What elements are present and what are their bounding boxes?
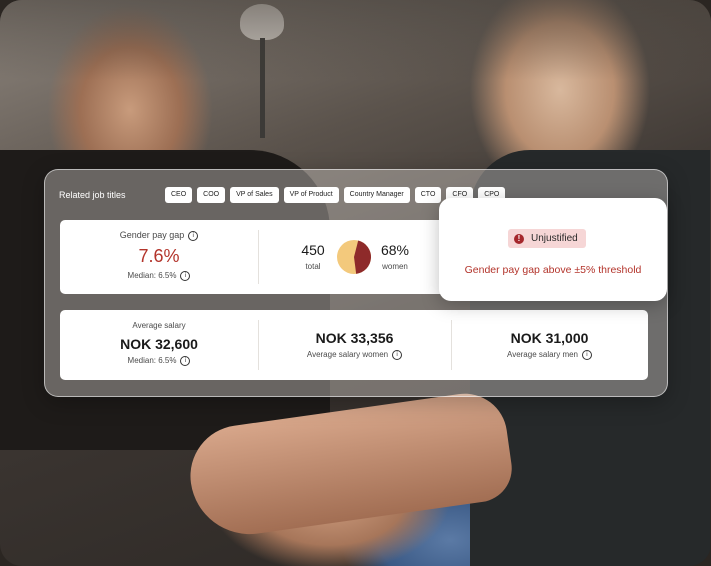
women-label: women bbox=[382, 262, 408, 271]
info-icon[interactable]: i bbox=[188, 230, 199, 241]
unjustified-popup: ! Unjustified Gender pay gap above ±5% t… bbox=[439, 198, 667, 301]
men-salary-value: NOK 31,000 bbox=[510, 330, 589, 346]
chip-country-manager[interactable]: Country Manager bbox=[343, 187, 410, 203]
gender-pie-chart bbox=[337, 240, 371, 274]
chip-vp-product[interactable]: VP of Product bbox=[283, 187, 339, 203]
gap-block: Gender pay gap i 7.6% Median: 6.5% i bbox=[60, 230, 258, 281]
women-salary-value: NOK 33,356 bbox=[315, 330, 394, 346]
chip-ceo[interactable]: CEO bbox=[165, 187, 193, 203]
gap-label: Gender pay gap bbox=[119, 230, 185, 240]
avg-salary-value: NOK 32,600 bbox=[120, 336, 198, 352]
related-job-titles-label: Related job titles bbox=[59, 190, 126, 200]
total-label: total bbox=[305, 262, 321, 271]
total-block: 450 total bbox=[288, 242, 338, 271]
threshold-message: Gender pay gap above ±5% threshold bbox=[464, 264, 642, 276]
women-salary-block: NOK 33,356 Average salary women i bbox=[258, 330, 451, 360]
women-value: 68% bbox=[380, 242, 410, 258]
badge-label: Unjustified bbox=[531, 233, 578, 244]
men-salary-label: Average salary men bbox=[507, 350, 578, 360]
avg-salary-median: Median: 6.5% bbox=[127, 356, 177, 366]
info-icon[interactable]: i bbox=[392, 350, 403, 360]
info-icon[interactable]: i bbox=[582, 350, 592, 360]
info-icon[interactable]: i bbox=[180, 270, 191, 281]
lamp-pole bbox=[260, 38, 265, 138]
unjustified-badge: ! Unjustified bbox=[508, 229, 586, 248]
women-block: 68% women bbox=[378, 242, 412, 271]
divider bbox=[258, 230, 259, 284]
gap-value: 7.6% bbox=[138, 245, 180, 266]
avg-salary-label: Average salary bbox=[132, 321, 186, 330]
total-value: 450 bbox=[301, 242, 325, 258]
women-salary-label: Average salary women bbox=[306, 350, 389, 360]
gap-median: Median: 6.5% bbox=[127, 270, 177, 280]
salary-card: Average salary NOK 32,600 Median: 6.5% i … bbox=[60, 310, 648, 380]
alert-icon: ! bbox=[514, 233, 524, 244]
lamp-shade bbox=[240, 4, 284, 40]
chip-coo[interactable]: COO bbox=[197, 187, 226, 203]
avg-salary-block: Average salary NOK 32,600 Median: 6.5% i bbox=[60, 321, 258, 366]
chip-cto[interactable]: CTO bbox=[414, 187, 442, 203]
men-salary-block: NOK 31,000 Average salary men i bbox=[451, 330, 648, 360]
info-icon[interactable]: i bbox=[180, 356, 191, 366]
chip-vp-sales[interactable]: VP of Sales bbox=[230, 187, 279, 203]
